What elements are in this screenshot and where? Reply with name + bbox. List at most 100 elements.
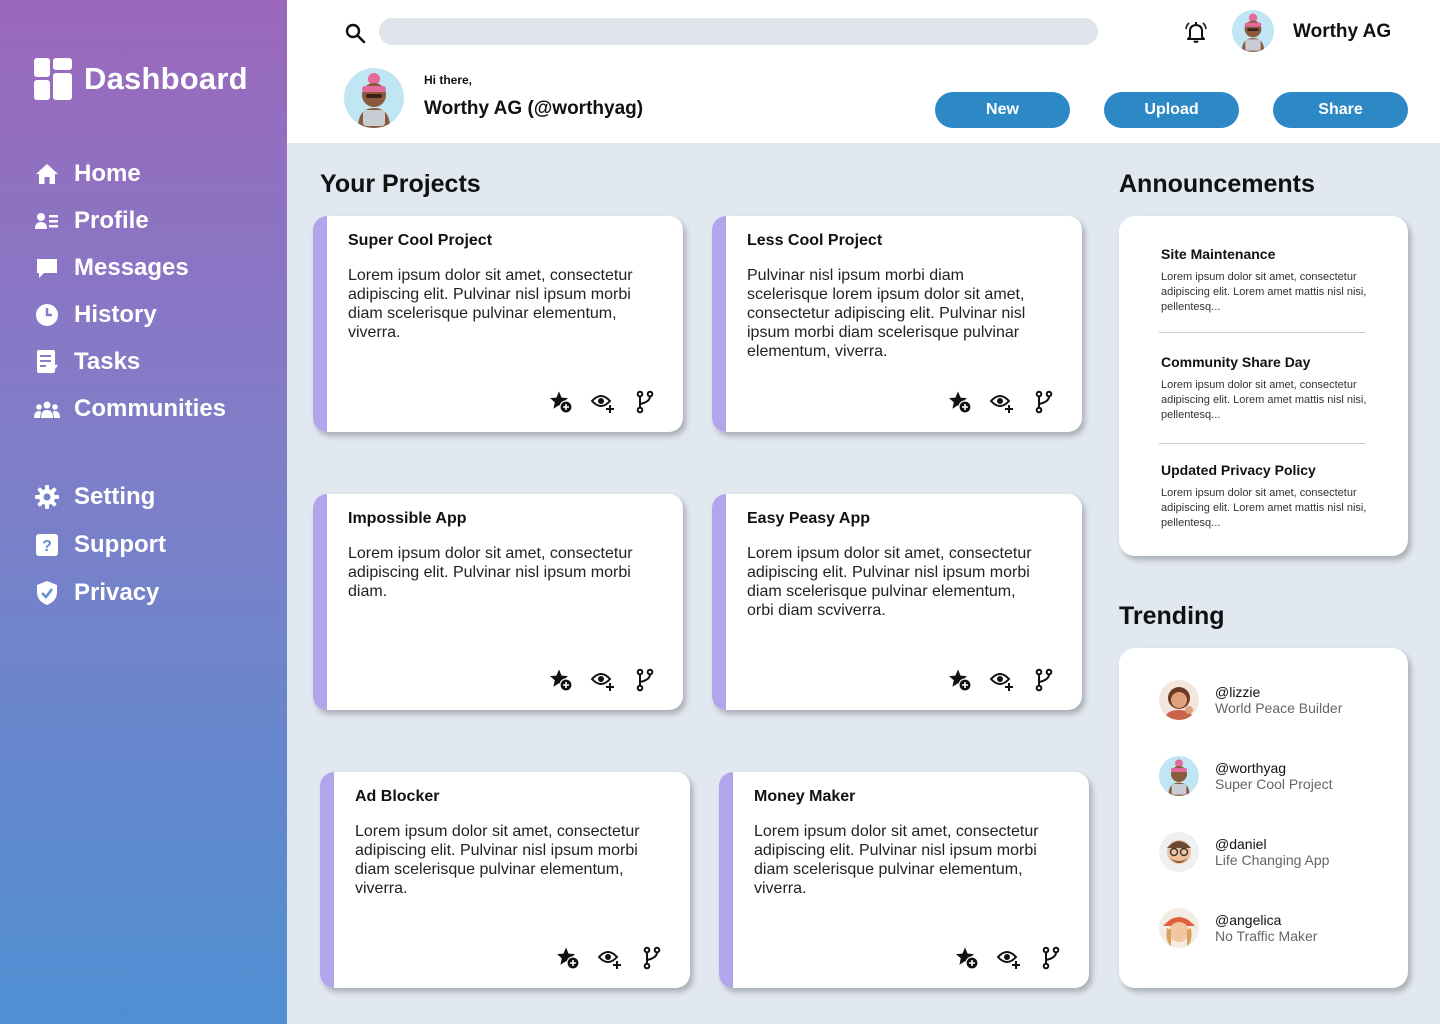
communities-icon — [34, 396, 60, 422]
trending-card: @lizzie World Peace Builder @worthyag Su… — [1119, 648, 1408, 988]
watch-add-icon[interactable] — [990, 390, 1014, 414]
sidebar-item-tasks[interactable]: Tasks — [34, 338, 226, 385]
star-add-icon[interactable] — [549, 668, 573, 692]
search-input[interactable] — [379, 18, 1098, 45]
notification-bell-icon[interactable] — [1184, 20, 1208, 44]
trending-project: Super Cool Project — [1215, 776, 1333, 792]
trending-handle: @worthyag — [1215, 760, 1287, 776]
trending-project: World Peace Builder — [1215, 700, 1343, 716]
sidebar-item-label: Home — [74, 159, 141, 187]
project-description: Lorem ipsum dolor sit amet, consectetur … — [348, 545, 633, 600]
gear-icon — [34, 484, 60, 510]
project-actions — [948, 390, 1056, 414]
greeting-text: Hi there, — [424, 73, 473, 87]
main-nav: Home Profile Messages History Tasks Comm… — [34, 150, 226, 432]
sidebar-item-privacy[interactable]: Privacy — [34, 569, 166, 617]
announcement-item[interactable]: Site Maintenance Lorem ipsum dolor sit a… — [1161, 246, 1371, 315]
messages-icon — [34, 255, 60, 281]
profile-icon — [34, 208, 60, 234]
sidebar-item-history[interactable]: History — [34, 291, 226, 338]
project-title: Super Cool Project — [348, 232, 493, 249]
brand[interactable]: Dashboard — [34, 58, 248, 100]
star-add-icon[interactable] — [948, 668, 972, 692]
avatar[interactable] — [344, 68, 404, 128]
sidebar-item-label: Support — [74, 531, 166, 558]
trending-item[interactable]: @daniel Life Changing App — [1159, 832, 1329, 872]
trending-text: @lizzie World Peace Builder — [1215, 684, 1342, 716]
trending-handle: @angelica — [1215, 912, 1282, 928]
project-actions — [948, 668, 1056, 692]
upload-button[interactable]: Upload — [1104, 92, 1239, 128]
announcement-text: Lorem ipsum dolor sit amet, consectetur … — [1161, 487, 1367, 529]
announcement-title: Community Share Day — [1161, 354, 1311, 370]
avatar — [1159, 832, 1199, 872]
sidebar-item-label: Tasks — [74, 347, 141, 375]
trending-project: No Traffic Maker — [1215, 928, 1318, 944]
fork-icon[interactable] — [1039, 946, 1063, 970]
tasks-icon — [34, 349, 60, 375]
star-add-icon[interactable] — [948, 390, 972, 414]
new-button[interactable]: New — [935, 92, 1070, 128]
sidebar-item-messages[interactable]: Messages — [34, 244, 226, 291]
project-card[interactable]: Easy Peasy App Lorem ipsum dolor sit ame… — [712, 494, 1082, 710]
search-icon[interactable] — [344, 22, 366, 44]
watch-add-icon[interactable] — [598, 946, 622, 970]
sidebar-item-label: Setting — [74, 483, 156, 510]
watch-add-icon[interactable] — [591, 390, 615, 414]
project-description: Lorem ipsum dolor sit amet, consectetur … — [355, 823, 640, 897]
project-title: Easy Peasy App — [747, 510, 871, 527]
announcement-item[interactable]: Community Share Day Lorem ipsum dolor si… — [1161, 354, 1371, 423]
announcement-text: Lorem ipsum dolor sit amet, consectetur … — [1161, 271, 1367, 313]
star-add-icon[interactable] — [549, 390, 573, 414]
project-actions — [549, 668, 657, 692]
project-card[interactable]: Less Cool Project Pulvinar nisl ipsum mo… — [712, 216, 1082, 432]
announcements-title: Announcements — [1119, 170, 1315, 198]
avatar[interactable] — [1232, 10, 1274, 52]
project-title: Ad Blocker — [355, 788, 440, 805]
trending-text: @angelica No Traffic Maker — [1215, 912, 1317, 944]
sidebar-item-setting[interactable]: Setting — [34, 473, 166, 521]
sidebar-item-support[interactable]: ? Support — [34, 521, 166, 569]
avatar — [1159, 908, 1199, 948]
sidebar-item-label: Messages — [74, 253, 189, 281]
trending-handle: @lizzie — [1215, 684, 1261, 700]
project-actions — [556, 946, 664, 970]
home-icon — [34, 161, 60, 187]
trending-item[interactable]: @worthyag Super Cool Project — [1159, 756, 1333, 796]
project-description: Lorem ipsum dolor sit amet, consectetur … — [348, 267, 633, 341]
watch-add-icon[interactable] — [591, 668, 615, 692]
star-add-icon[interactable] — [955, 946, 979, 970]
fork-icon[interactable] — [1032, 668, 1056, 692]
project-card[interactable]: Money Maker Lorem ipsum dolor sit amet, … — [719, 772, 1089, 988]
dashboard-logo-icon — [34, 58, 72, 100]
secondary-nav: Setting ? Support Privacy — [34, 473, 166, 617]
project-actions — [549, 390, 657, 414]
share-button[interactable]: Share — [1273, 92, 1408, 128]
project-description: Pulvinar nisl ipsum morbi diam scelerisq… — [747, 267, 1026, 360]
header-user-name[interactable]: Worthy AG — [1293, 21, 1391, 43]
project-title: Less Cool Project — [747, 232, 883, 249]
announcement-item[interactable]: Updated Privacy Policy Lorem ipsum dolor… — [1161, 462, 1371, 531]
fork-icon[interactable] — [633, 390, 657, 414]
sidebar-item-label: Profile — [74, 206, 149, 234]
fork-icon[interactable] — [633, 668, 657, 692]
trending-item[interactable]: @angelica No Traffic Maker — [1159, 908, 1317, 948]
project-card[interactable]: Ad Blocker Lorem ipsum dolor sit amet, c… — [320, 772, 690, 988]
trending-item[interactable]: @lizzie World Peace Builder — [1159, 680, 1342, 720]
sidebar-item-label: Communities — [74, 394, 227, 422]
watch-add-icon[interactable] — [997, 946, 1021, 970]
top-header: Worthy AG Hi there, Worthy AG (@worthyag… — [287, 0, 1440, 143]
watch-add-icon[interactable] — [990, 668, 1014, 692]
project-card[interactable]: Super Cool Project Lorem ipsum dolor sit… — [313, 216, 683, 432]
fork-icon[interactable] — [1032, 390, 1056, 414]
announcements-card: Site Maintenance Lorem ipsum dolor sit a… — [1119, 216, 1408, 556]
trending-handle: @daniel — [1215, 836, 1267, 852]
sidebar-item-home[interactable]: Home — [34, 150, 226, 197]
star-add-icon[interactable] — [556, 946, 580, 970]
fork-icon[interactable] — [640, 946, 664, 970]
sidebar-item-profile[interactable]: Profile — [34, 197, 226, 244]
project-card[interactable]: Impossible App Lorem ipsum dolor sit ame… — [313, 494, 683, 710]
announcement-text: Lorem ipsum dolor sit amet, consectetur … — [1161, 379, 1367, 421]
divider — [1159, 332, 1365, 333]
sidebar-item-communities[interactable]: Communities — [34, 385, 226, 432]
